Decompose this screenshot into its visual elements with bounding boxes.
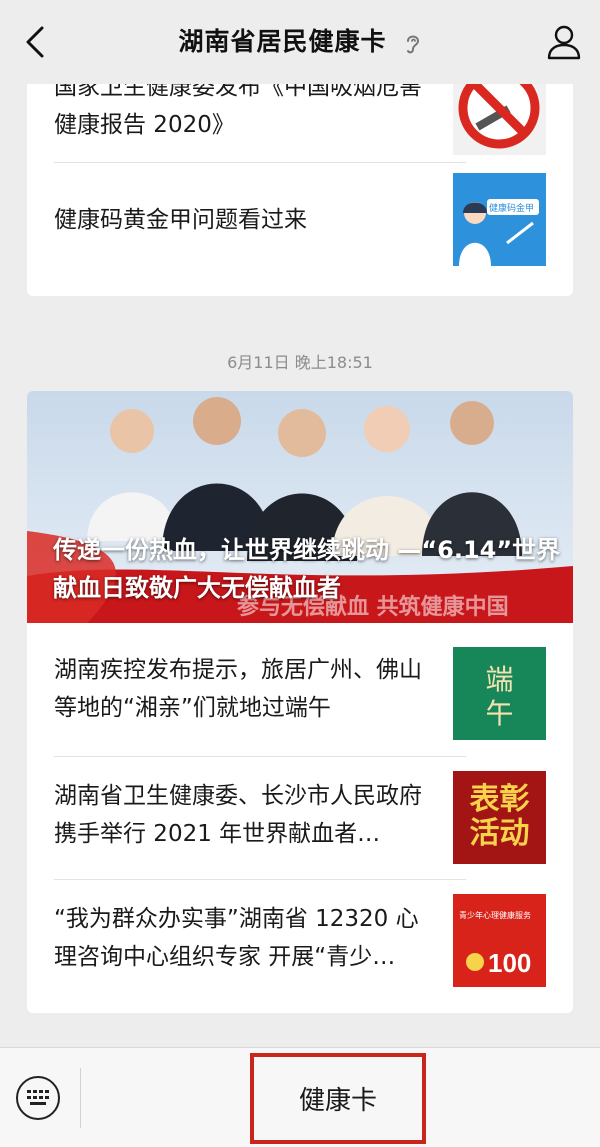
thumb-caption: 表彰活动 <box>469 782 530 851</box>
keyboard-glyph <box>27 1090 49 1105</box>
article-item[interactable]: “我为群众办实事”湖南省 12320 心理咨询中心组织专家 开展“青少… 青少年… <box>27 880 573 1013</box>
article-title: 湖南省卫生健康委、长沙市人民政府携手举行 2021 年世界献血者… <box>54 783 422 847</box>
bottom-menu-bar: 健康卡 <box>0 1047 600 1147</box>
hero-title: 传递一份热血，让世界继续跳动 —“6.14”世界献血日致敬广大无偿献血者 <box>53 536 561 602</box>
keyboard-icon[interactable] <box>16 1076 60 1120</box>
article-card: 国家卫生健康委发布《中国吸烟危害健康报告 2020》 健康码黄金甲问题看过来 健… <box>27 84 573 296</box>
no-smoking-icon <box>453 84 546 155</box>
article-item[interactable]: 湖南疾控发布提示，旅居广州、佛山等地的“湘亲”们就地过端午 端午 <box>27 623 573 756</box>
no-smoking-thumbnail <box>453 84 546 155</box>
doctor-illustration-icon <box>453 173 546 266</box>
thumb-caption: 端午 <box>485 663 514 730</box>
hero-article[interactable]: 参与无偿献血 共筑健康中国 传递一份热血，让世界继续跳动 —“6.14”世界献血… <box>27 391 573 623</box>
svg-text:100: 100 <box>488 948 531 978</box>
article-title: 健康码黄金甲问题看过来 <box>54 207 307 233</box>
timestamp: 6月11日 晚上18:51 <box>227 353 373 372</box>
article-title: “我为群众办实事”湖南省 12320 心理咨询中心组织专家 开展“青少… <box>54 906 419 970</box>
party-emblem-icon: 100 <box>466 948 531 978</box>
top-bar: 湖南省居民健康卡 <box>0 0 600 84</box>
page-title: 湖南省居民健康卡 <box>178 27 387 56</box>
health-code-thumbnail: 健康码金甲 <box>453 173 546 266</box>
dragon-boat-thumbnail: 端午 <box>453 647 546 740</box>
article-title: 国家卫生健康委发布《中国吸烟危害健康报告 2020》 <box>54 84 422 138</box>
article-item[interactable]: 国家卫生健康委发布《中国吸烟危害健康报告 2020》 <box>27 84 573 162</box>
health-card-menu-button[interactable]: 健康卡 <box>250 1053 426 1144</box>
menu-separator <box>80 1068 81 1128</box>
user-icon[interactable] <box>544 22 584 62</box>
article-item[interactable]: 健康码黄金甲问题看过来 健康码金甲 <box>27 163 573 296</box>
ear-icon[interactable] <box>404 32 422 56</box>
youth-service-thumbnail: 青少年心理健康服务 100 <box>453 894 546 987</box>
thumb-caption: 健康码金甲 <box>489 204 535 214</box>
article-title: 湖南疾控发布提示，旅居广州、佛山等地的“湘亲”们就地过端午 <box>54 657 422 721</box>
article-card: 参与无偿献血 共筑健康中国 传递一份热血，让世界继续跳动 —“6.14”世界献血… <box>27 391 573 1013</box>
message-feed[interactable]: 国家卫生健康委发布《中国吸烟危害健康报告 2020》 健康码黄金甲问题看过来 健… <box>0 84 600 1047</box>
article-item[interactable]: 湖南省卫生健康委、长沙市人民政府携手举行 2021 年世界献血者… 表彰活动 <box>27 757 573 879</box>
award-thumbnail: 表彰活动 <box>453 771 546 864</box>
title-wrap: 湖南省居民健康卡 <box>0 22 600 58</box>
